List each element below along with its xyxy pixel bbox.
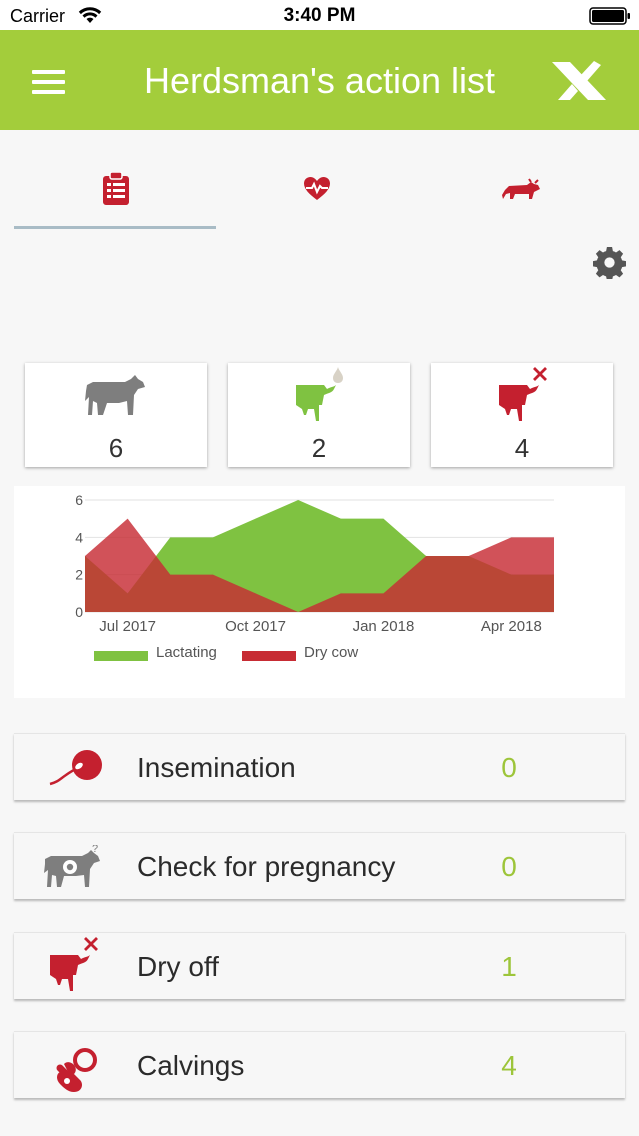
dry-cow-udder-icon bbox=[499, 367, 547, 421]
data-point bbox=[510, 573, 513, 576]
action-label: Dry off bbox=[137, 951, 219, 982]
legend-label: Dry cow bbox=[304, 644, 358, 661]
app-header: Herdsman's action list bbox=[0, 30, 639, 130]
tab-bar bbox=[0, 130, 639, 230]
data-point bbox=[467, 555, 470, 558]
data-point bbox=[339, 517, 342, 520]
data-point bbox=[553, 573, 556, 576]
lactating-udder-icon bbox=[296, 367, 343, 421]
svg-text:?: ? bbox=[92, 845, 98, 855]
tab-action-list[interactable] bbox=[14, 168, 217, 230]
status-bar: Carrier 3:40 PM bbox=[0, 0, 639, 30]
action-row-check-pregnancy[interactable]: ? Check for pregnancy 0 bbox=[14, 832, 625, 899]
summary-value: 6 bbox=[108, 433, 124, 463]
action-row-calvings[interactable]: Calvings 4 bbox=[14, 1031, 625, 1098]
action-count: 1 bbox=[501, 951, 517, 982]
data-point bbox=[297, 611, 300, 614]
dry-off-udder-icon bbox=[50, 937, 98, 991]
summary-value: 4 bbox=[514, 433, 530, 463]
y-tick-label: 2 bbox=[75, 567, 83, 583]
pacifier-icon bbox=[56, 1048, 97, 1092]
battery-icon bbox=[589, 7, 630, 25]
y-tick-label: 6 bbox=[75, 492, 83, 508]
action-label: Calvings bbox=[137, 1050, 245, 1081]
page-title: Herdsman's action list bbox=[144, 60, 495, 101]
data-point bbox=[254, 592, 257, 595]
action-label: Check for pregnancy bbox=[137, 851, 396, 882]
data-point bbox=[169, 573, 172, 576]
data-point bbox=[425, 555, 428, 558]
gear-icon[interactable] bbox=[593, 246, 626, 279]
data-point bbox=[254, 517, 257, 520]
action-row-insemination[interactable]: Insemination 0 bbox=[14, 733, 625, 800]
action-count: 0 bbox=[501, 752, 517, 783]
summary-card-dry-cows[interactable]: 4 bbox=[431, 363, 613, 467]
y-tick-label: 0 bbox=[75, 604, 83, 620]
action-row-dry-off[interactable]: Dry off 1 bbox=[14, 932, 625, 999]
tab-selected-indicator bbox=[14, 226, 216, 229]
summary-card-lactating[interactable]: 2 bbox=[228, 363, 410, 467]
legend-swatch bbox=[94, 651, 148, 661]
data-point bbox=[382, 517, 385, 520]
legend-label: Lactating bbox=[156, 644, 217, 661]
data-point bbox=[126, 517, 129, 520]
action-count: 0 bbox=[501, 851, 517, 882]
action-label: Insemination bbox=[137, 752, 296, 783]
tab-breeding[interactable] bbox=[419, 168, 622, 230]
x-tick-label: Jan 2018 bbox=[353, 618, 415, 635]
data-point bbox=[126, 592, 129, 595]
data-point bbox=[510, 536, 513, 539]
pregnancy-check-cow-icon: ? bbox=[44, 845, 100, 887]
data-point bbox=[211, 573, 214, 576]
data-point bbox=[553, 536, 556, 539]
cow-icon bbox=[85, 375, 145, 415]
herd-status-chart: 0 2 4 6 Jul 2017 Oct 2017 Jan 2018 Apr 2018 Lact… bbox=[14, 486, 625, 698]
heart-pulse-icon bbox=[304, 177, 330, 200]
sperm-egg-icon bbox=[49, 750, 102, 786]
data-point bbox=[169, 536, 172, 539]
summary-value: 2 bbox=[311, 433, 327, 463]
legend-swatch bbox=[242, 651, 296, 661]
summary-card-all-cows[interactable]: 6 bbox=[25, 363, 207, 467]
y-tick-label: 4 bbox=[75, 529, 83, 545]
data-point bbox=[211, 536, 214, 539]
data-point bbox=[339, 592, 342, 595]
tab-health[interactable] bbox=[216, 168, 419, 230]
area-chart: 0 2 4 6 Jul 2017 Oct 2017 Jan 2018 Apr 2018 Lact… bbox=[75, 492, 556, 661]
clipboard-list-icon bbox=[103, 172, 129, 205]
x-tick-label: Apr 2018 bbox=[481, 618, 542, 635]
data-point bbox=[84, 555, 87, 558]
x-tick-label: Oct 2017 bbox=[225, 618, 286, 635]
action-count: 4 bbox=[501, 1050, 517, 1081]
data-point bbox=[382, 592, 385, 595]
x-tick-label: Jul 2017 bbox=[99, 618, 156, 635]
data-point bbox=[297, 499, 300, 502]
clock-time: 3:40 PM bbox=[283, 5, 356, 26]
x-logo-icon[interactable] bbox=[550, 56, 608, 104]
bull-icon bbox=[502, 178, 540, 199]
